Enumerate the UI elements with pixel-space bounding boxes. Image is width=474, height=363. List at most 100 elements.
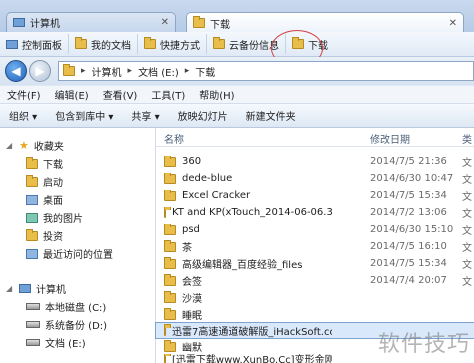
expander-icon[interactable]: ◢ (6, 141, 14, 150)
nav-drive-e[interactable]: 文档 (E:) (26, 335, 86, 350)
nav-label: 最近访问的位置 (43, 250, 113, 261)
fav-my-documents[interactable]: 我的文档 (69, 34, 138, 54)
recent-places-icon (26, 248, 38, 259)
nav-computer-header[interactable]: ◢ 计算机 (6, 281, 66, 296)
file-date: 2014/6/30 15:10 (370, 224, 454, 235)
nav-label: 下载 (43, 160, 63, 171)
folder-icon (164, 156, 176, 167)
folder-icon (164, 239, 176, 252)
expander-icon[interactable]: ◢ (6, 284, 14, 293)
nav-item-investment[interactable]: 投资 (26, 228, 63, 243)
fav-control-panel[interactable]: 控制面板 (0, 34, 69, 54)
file-row[interactable]: KT and KP(xTouch_2014-06-06.36006… 2014/7… (156, 205, 474, 220)
nav-label: 桌面 (43, 196, 63, 207)
nav-label: 我的图片 (43, 214, 83, 225)
file-name: KT and KP(xTouch_2014-06-06.36006… (172, 207, 332, 218)
new-folder-button[interactable]: 新建文件夹 (237, 108, 305, 123)
file-row[interactable]: psd 2014/6/30 15:10 文 (156, 222, 474, 237)
tab-label: 下载 (210, 19, 230, 31)
folder-icon (164, 339, 176, 352)
file-name: 迅雷7高速通道破解版_iHackSoft.com (172, 327, 332, 338)
column-type[interactable]: 类 (462, 131, 472, 146)
folder-icon (164, 190, 176, 201)
nav-item-my-pictures[interactable]: 我的图片 (26, 210, 83, 225)
breadcrumb-downloads[interactable]: 下载 (195, 64, 215, 79)
close-tab-icon[interactable]: ✕ (161, 17, 169, 28)
file-row[interactable]: 高级编辑器_百度经验_files 2014/7/5 15:34 文 (156, 256, 474, 271)
fav-label: 控制面板 (22, 40, 62, 52)
file-row[interactable]: dede-blue 2014/6/30 10:47 文 (156, 171, 474, 186)
computer-icon (13, 18, 25, 27)
file-name: 沙漠 (182, 294, 202, 305)
breadcrumb-separator: ▸ (184, 66, 190, 76)
file-name: 茶 (182, 243, 192, 254)
folder-icon (164, 323, 171, 336)
nav-item-recent-places[interactable]: 最近访问的位置 (26, 246, 113, 261)
nav-label: 文档 (E:) (45, 339, 86, 350)
forward-button[interactable]: ▶ (29, 60, 51, 82)
nav-item-downloads[interactable]: 下载 (26, 156, 63, 171)
folder-icon (164, 224, 176, 235)
fav-shortcuts[interactable]: 快捷方式 (138, 34, 207, 54)
folder-icon (164, 207, 171, 218)
menu-help[interactable]: 帮助(H) (192, 87, 241, 102)
menu-edit[interactable]: 编辑(E) (48, 87, 96, 102)
nav-favorites-header[interactable]: ◢ ★ 收藏夹 (6, 138, 64, 154)
favorites-bar: 控制面板 我的文档 快捷方式 云备份信息 下载 (0, 32, 474, 57)
folder-icon (213, 37, 225, 49)
folder-icon (26, 228, 38, 241)
column-name[interactable]: 名称 (164, 131, 184, 146)
folder-icon (164, 256, 176, 269)
nav-label: 收藏夹 (33, 142, 64, 153)
share-button[interactable]: 共享 ▾ (122, 108, 168, 123)
folder-icon (164, 307, 176, 320)
file-date: 2014/7/4 20:07 (370, 275, 447, 286)
nav-item-desktop[interactable]: 桌面 (26, 192, 63, 207)
address-bar[interactable]: ▸ 计算机 ▸ 文档 (E:) ▸ 下载 (58, 61, 474, 81)
file-row[interactable]: 睡眠 (156, 307, 474, 322)
folder-icon (144, 37, 156, 49)
back-button[interactable]: ◀ (5, 60, 27, 82)
file-row[interactable]: 茶 2014/7/5 16:10 文 (156, 239, 474, 254)
folder-icon (26, 156, 38, 169)
file-date: 2014/7/5 21:36 (370, 156, 447, 167)
desktop-icon (26, 194, 38, 205)
menu-tools[interactable]: 工具(T) (144, 87, 192, 102)
breadcrumb-drive[interactable]: 文档 (E:) (138, 64, 179, 79)
tab-downloads[interactable]: 下载 ✕ (186, 12, 464, 33)
folder-icon (63, 64, 75, 76)
folder-icon (75, 37, 87, 49)
folder-icon (193, 16, 205, 28)
slideshow-button[interactable]: 放映幻灯片 (169, 108, 237, 123)
breadcrumb-computer[interactable]: 计算机 (92, 64, 122, 79)
navigation-pane: ◢ ★ 收藏夹 下载 启动 桌面 我的图片 投资 最近访问的位置 ◢ 计算机 本… (0, 128, 156, 363)
file-row[interactable]: 360 2014/7/5 21:36 文 (156, 154, 474, 169)
nav-drive-c[interactable]: 本地磁盘 (C:) (26, 299, 106, 314)
organize-button[interactable]: 组织 ▾ (0, 108, 46, 123)
nav-label: 计算机 (36, 285, 66, 296)
file-row[interactable]: 会签 2014/7/4 20:07 文 (156, 273, 474, 288)
computer-icon (19, 284, 31, 293)
nav-drive-d[interactable]: 系统备份 (D:) (26, 317, 107, 332)
column-modified[interactable]: 修改日期 (370, 131, 410, 146)
close-tab-icon[interactable]: ✕ (449, 18, 457, 29)
nav-item-startup[interactable]: 启动 (26, 174, 63, 189)
file-type: 文 (462, 158, 472, 169)
file-row[interactable]: Excel Cracker 2014/7/5 15:34 文 (156, 188, 474, 203)
file-row[interactable]: 沙漠 (156, 290, 474, 305)
include-in-library-button[interactable]: 包含到库中 ▾ (46, 108, 122, 123)
breadcrumb-separator: ▸ (127, 66, 133, 76)
folder-icon (164, 273, 176, 286)
folder-icon (164, 354, 171, 363)
nav-label: 投资 (43, 232, 63, 243)
menu-view[interactable]: 查看(V) (96, 87, 145, 102)
command-bar: 组织 ▾ 包含到库中 ▾ 共享 ▾ 放映幻灯片 新建文件夹 (0, 104, 474, 128)
file-name: 会签 (182, 277, 202, 288)
tab-computer[interactable]: 计算机 ✕ (6, 12, 176, 32)
watermark-text: 软件技巧 (377, 332, 470, 357)
file-date: 2014/7/5 15:34 (370, 190, 447, 201)
file-type: 文 (462, 226, 472, 237)
menu-file[interactable]: 文件(F) (0, 87, 48, 102)
nav-label: 启动 (43, 178, 63, 189)
file-name: 高级编辑器_百度经验_files (182, 260, 303, 271)
